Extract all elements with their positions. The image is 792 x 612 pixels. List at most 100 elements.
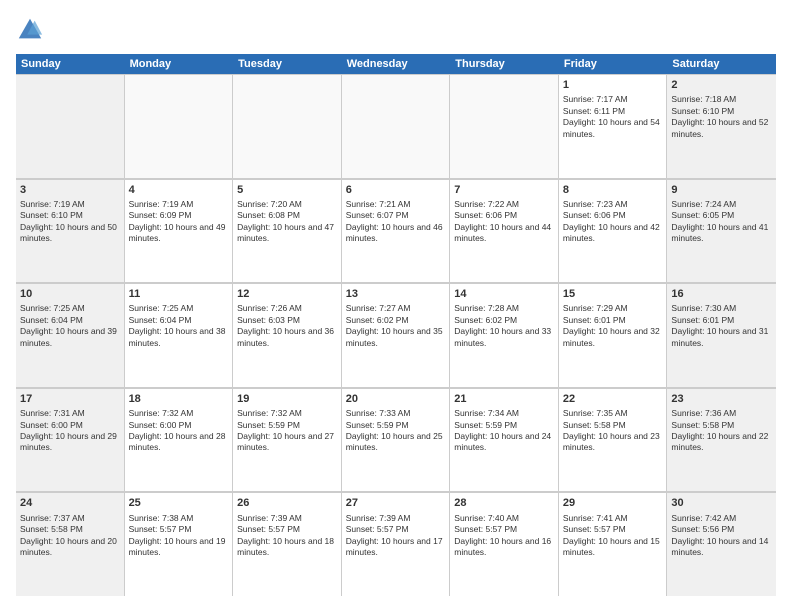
cell-info: Sunrise: 7:39 AMSunset: 5:57 PMDaylight:… <box>346 513 446 559</box>
cell-info: Sunrise: 7:36 AMSunset: 5:58 PMDaylight:… <box>671 408 772 454</box>
empty-cell <box>125 74 234 178</box>
day-number: 25 <box>129 496 229 510</box>
cell-info: Sunrise: 7:17 AMSunset: 6:11 PMDaylight:… <box>563 94 663 140</box>
day-number: 21 <box>454 392 554 406</box>
header-day-friday: Friday <box>559 54 668 74</box>
cell-info: Sunrise: 7:38 AMSunset: 5:57 PMDaylight:… <box>129 513 229 559</box>
empty-cell <box>16 74 125 178</box>
day-number: 3 <box>20 183 120 197</box>
cell-info: Sunrise: 7:27 AMSunset: 6:02 PMDaylight:… <box>346 303 446 349</box>
day-cell-14: 14Sunrise: 7:28 AMSunset: 6:02 PMDayligh… <box>450 283 559 387</box>
cell-info: Sunrise: 7:19 AMSunset: 6:09 PMDaylight:… <box>129 199 229 245</box>
day-number: 26 <box>237 496 337 510</box>
day-cell-11: 11 Sunrise: 7:25 AMSunset: 6:04 PMDayligh… <box>125 283 234 387</box>
day-cell-23: 23 Sunrise: 7:36 AMSunset: 5:58 PMDayligh… <box>667 388 776 492</box>
week-row-1: 1 Sunrise: 7:17 AMSunset: 6:11 PMDaylight… <box>16 74 776 179</box>
cell-info: Sunrise: 7:32 AMSunset: 6:00 PMDaylight:… <box>129 408 229 454</box>
header-day-thursday: Thursday <box>450 54 559 74</box>
cell-info: Sunrise: 7:33 AMSunset: 5:59 PMDaylight:… <box>346 408 446 454</box>
day-number: 23 <box>671 392 772 406</box>
cell-info: Sunrise: 7:25 AMSunset: 6:04 PMDaylight:… <box>129 303 229 349</box>
week-row-5: 24Sunrise: 7:37 AMSunset: 5:58 PMDayligh… <box>16 492 776 596</box>
cell-info: Sunrise: 7:23 AMSunset: 6:06 PMDaylight:… <box>563 199 663 245</box>
day-number: 15 <box>563 287 663 301</box>
cell-info: Sunrise: 7:32 AMSunset: 5:59 PMDaylight:… <box>237 408 337 454</box>
day-number: 24 <box>20 496 120 510</box>
cell-info: Sunrise: 7:35 AMSunset: 5:58 PMDaylight:… <box>563 408 663 454</box>
day-number: 2 <box>671 78 772 92</box>
day-cell-22: 22 Sunrise: 7:35 AMSunset: 5:58 PMDayligh… <box>559 388 668 492</box>
cell-info: Sunrise: 7:20 AMSunset: 6:08 PMDaylight:… <box>237 199 337 245</box>
day-cell-17: 17 Sunrise: 7:31 AMSunset: 6:00 PMDayligh… <box>16 388 125 492</box>
day-number: 14 <box>454 287 554 301</box>
day-cell-29: 29 Sunrise: 7:41 AMSunset: 5:57 PMDayligh… <box>559 492 668 596</box>
header-day-saturday: Saturday <box>667 54 776 74</box>
empty-cell <box>342 74 451 178</box>
day-number: 30 <box>671 496 772 510</box>
header <box>16 16 776 44</box>
cell-info: Sunrise: 7:31 AMSunset: 6:00 PMDaylight:… <box>20 408 120 454</box>
day-number: 8 <box>563 183 663 197</box>
day-number: 28 <box>454 496 554 510</box>
day-cell-8: 8 Sunrise: 7:23 AMSunset: 6:06 PMDaylight… <box>559 179 668 283</box>
day-cell-26: 26 Sunrise: 7:39 AMSunset: 5:57 PMDayligh… <box>233 492 342 596</box>
day-cell-6: 6 Sunrise: 7:21 AMSunset: 6:07 PMDaylight… <box>342 179 451 283</box>
day-cell-9: 9Sunrise: 7:24 AMSunset: 6:05 PMDaylight… <box>667 179 776 283</box>
header-day-wednesday: Wednesday <box>342 54 451 74</box>
cell-info: Sunrise: 7:42 AMSunset: 5:56 PMDaylight:… <box>671 513 772 559</box>
cell-info: Sunrise: 7:39 AMSunset: 5:57 PMDaylight:… <box>237 513 337 559</box>
cell-info: Sunrise: 7:18 AMSunset: 6:10 PMDaylight:… <box>671 94 772 140</box>
calendar: SundayMondayTuesdayWednesdayThursdayFrid… <box>16 54 776 596</box>
day-number: 5 <box>237 183 337 197</box>
day-cell-30: 30 Sunrise: 7:42 AMSunset: 5:56 PMDayligh… <box>667 492 776 596</box>
day-cell-1: 1 Sunrise: 7:17 AMSunset: 6:11 PMDaylight… <box>559 74 668 178</box>
page: SundayMondayTuesdayWednesdayThursdayFrid… <box>0 0 792 612</box>
day-number: 6 <box>346 183 446 197</box>
week-row-2: 3 Sunrise: 7:19 AMSunset: 6:10 PMDaylight… <box>16 179 776 284</box>
day-number: 17 <box>20 392 120 406</box>
logo <box>16 16 46 44</box>
day-cell-20: 20Sunrise: 7:33 AMSunset: 5:59 PMDayligh… <box>342 388 451 492</box>
day-cell-27: 27Sunrise: 7:39 AMSunset: 5:57 PMDayligh… <box>342 492 451 596</box>
day-number: 1 <box>563 78 663 92</box>
day-number: 4 <box>129 183 229 197</box>
week-row-3: 10 Sunrise: 7:25 AMSunset: 6:04 PMDayligh… <box>16 283 776 388</box>
day-cell-16: 16 Sunrise: 7:30 AMSunset: 6:01 PMDayligh… <box>667 283 776 387</box>
logo-icon <box>16 16 44 44</box>
day-cell-5: 5 Sunrise: 7:20 AMSunset: 6:08 PMDaylight… <box>233 179 342 283</box>
day-cell-4: 4 Sunrise: 7:19 AMSunset: 6:09 PMDaylight… <box>125 179 234 283</box>
empty-cell <box>233 74 342 178</box>
day-cell-21: 21 Sunrise: 7:34 AMSunset: 5:59 PMDayligh… <box>450 388 559 492</box>
calendar-header: SundayMondayTuesdayWednesdayThursdayFrid… <box>16 54 776 74</box>
day-cell-15: 15Sunrise: 7:29 AMSunset: 6:01 PMDayligh… <box>559 283 668 387</box>
day-number: 11 <box>129 287 229 301</box>
day-cell-28: 28 Sunrise: 7:40 AMSunset: 5:57 PMDayligh… <box>450 492 559 596</box>
day-number: 9 <box>671 183 772 197</box>
header-day-sunday: Sunday <box>16 54 125 74</box>
day-number: 18 <box>129 392 229 406</box>
cell-info: Sunrise: 7:30 AMSunset: 6:01 PMDaylight:… <box>671 303 772 349</box>
day-cell-24: 24Sunrise: 7:37 AMSunset: 5:58 PMDayligh… <box>16 492 125 596</box>
day-number: 12 <box>237 287 337 301</box>
day-cell-19: 19 Sunrise: 7:32 AMSunset: 5:59 PMDayligh… <box>233 388 342 492</box>
day-number: 13 <box>346 287 446 301</box>
day-number: 29 <box>563 496 663 510</box>
cell-info: Sunrise: 7:22 AMSunset: 6:06 PMDaylight:… <box>454 199 554 245</box>
day-cell-12: 12Sunrise: 7:26 AMSunset: 6:03 PMDayligh… <box>233 283 342 387</box>
day-cell-2: 2 Sunrise: 7:18 AMSunset: 6:10 PMDaylight… <box>667 74 776 178</box>
day-number: 16 <box>671 287 772 301</box>
header-day-monday: Monday <box>125 54 234 74</box>
cell-info: Sunrise: 7:34 AMSunset: 5:59 PMDaylight:… <box>454 408 554 454</box>
cell-info: Sunrise: 7:19 AMSunset: 6:10 PMDaylight:… <box>20 199 120 245</box>
cell-info: Sunrise: 7:25 AMSunset: 6:04 PMDaylight:… <box>20 303 120 349</box>
day-cell-25: 25 Sunrise: 7:38 AMSunset: 5:57 PMDayligh… <box>125 492 234 596</box>
header-day-tuesday: Tuesday <box>233 54 342 74</box>
day-number: 22 <box>563 392 663 406</box>
cell-info: Sunrise: 7:40 AMSunset: 5:57 PMDaylight:… <box>454 513 554 559</box>
cell-info: Sunrise: 7:21 AMSunset: 6:07 PMDaylight:… <box>346 199 446 245</box>
day-cell-3: 3 Sunrise: 7:19 AMSunset: 6:10 PMDaylight… <box>16 179 125 283</box>
cell-info: Sunrise: 7:41 AMSunset: 5:57 PMDaylight:… <box>563 513 663 559</box>
day-number: 10 <box>20 287 120 301</box>
day-number: 7 <box>454 183 554 197</box>
day-number: 19 <box>237 392 337 406</box>
